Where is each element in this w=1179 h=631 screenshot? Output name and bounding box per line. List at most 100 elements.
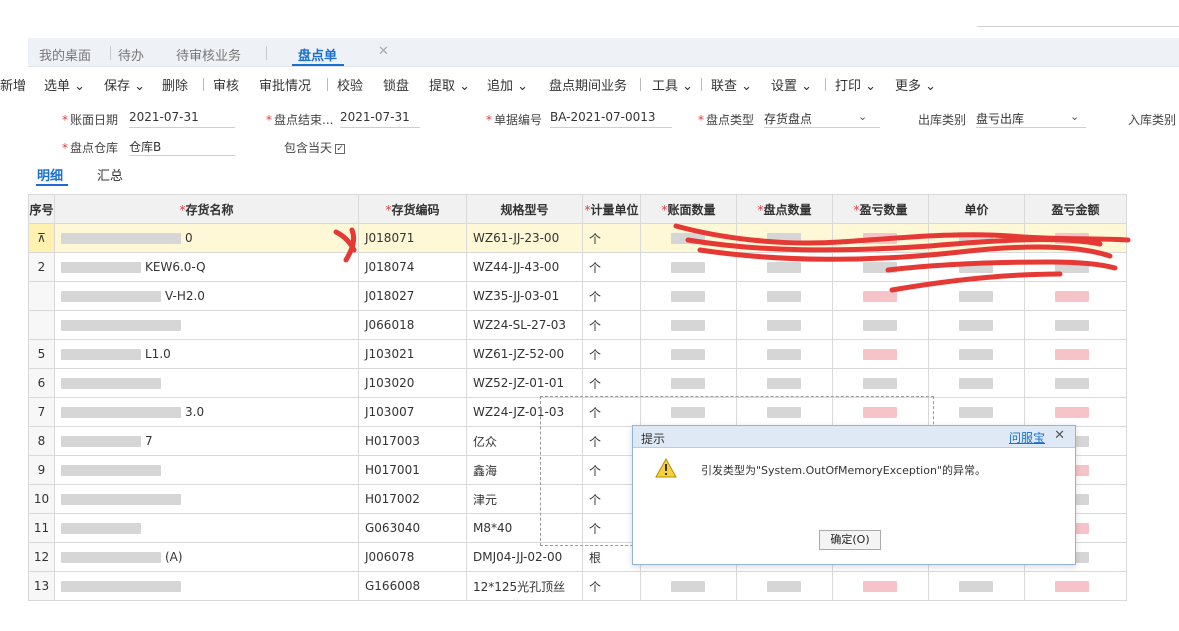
item-name-cell[interactable]: [54, 513, 359, 543]
item-spec-cell[interactable]: WZ52-JZ-01-01: [466, 368, 583, 398]
tab-pending-review[interactable]: 待审核业务: [176, 45, 241, 64]
chevron-down-icon[interactable]: ⌄: [858, 110, 867, 123]
row-number-cell[interactable]: 9: [28, 455, 55, 485]
account-date-field[interactable]: 2021-07-31: [129, 110, 235, 128]
table-row[interactable]: V-H2.0 J018027 WZ35-JJ-03-01 个: [28, 281, 1127, 311]
book-qty-cell[interactable]: [640, 397, 737, 427]
row-number-cell[interactable]: 10: [28, 484, 55, 514]
item-spec-cell[interactable]: WZ24-SL-27-03: [466, 310, 583, 340]
row-number-cell[interactable]: 2: [28, 252, 55, 282]
item-code-cell[interactable]: J103021: [358, 339, 467, 369]
diff-qty-cell[interactable]: [832, 223, 929, 253]
item-name-cell[interactable]: KEW6.0-Q: [54, 252, 359, 282]
diff-amount-cell[interactable]: [1024, 339, 1127, 369]
chevron-down-icon[interactable]: ⌄: [1070, 110, 1079, 123]
item-code-cell[interactable]: J018071: [358, 223, 467, 253]
ok-button[interactable]: 确定(O): [819, 530, 881, 550]
diff-amount-cell[interactable]: [1024, 571, 1127, 601]
check-qty-cell[interactable]: [736, 339, 833, 369]
col-header-price[interactable]: 单价: [928, 194, 1025, 224]
book-qty-cell[interactable]: [640, 252, 737, 282]
item-spec-cell[interactable]: M8*40: [466, 513, 583, 543]
unit-cell[interactable]: 个: [582, 571, 641, 601]
end-date-field[interactable]: 2021-07-31: [340, 110, 420, 128]
approve-button[interactable]: 审核: [213, 75, 239, 94]
book-qty-cell[interactable]: [640, 223, 737, 253]
unit-cell[interactable]: 个: [582, 223, 641, 253]
row-number-cell[interactable]: 6: [28, 368, 55, 398]
diff-amount-cell[interactable]: [1024, 310, 1127, 340]
row-number-cell[interactable]: ⊼: [28, 223, 55, 253]
new-button[interactable]: 新增: [0, 75, 26, 94]
price-cell[interactable]: [928, 571, 1025, 601]
item-spec-cell[interactable]: 亿众: [466, 426, 583, 456]
unit-cell[interactable]: 个: [582, 339, 641, 369]
diff-qty-cell[interactable]: [832, 252, 929, 282]
col-header-code[interactable]: *存货编码: [358, 194, 467, 224]
item-name-cell[interactable]: V-H2.0: [54, 281, 359, 311]
price-cell[interactable]: [928, 252, 1025, 282]
save-button[interactable]: 保存 ⌄: [104, 75, 145, 94]
tab-inventory-check[interactable]: 盘点单: [298, 45, 337, 64]
settings-button[interactable]: 设置 ⌄: [771, 75, 812, 94]
delete-button[interactable]: 删除: [162, 75, 188, 94]
item-name-cell[interactable]: (A): [54, 542, 359, 572]
item-code-cell[interactable]: J006078: [358, 542, 467, 572]
price-cell[interactable]: [928, 397, 1025, 427]
table-row[interactable]: 6 J103020 WZ52-JZ-01-01 个: [28, 368, 1127, 398]
unit-cell[interactable]: 个: [582, 368, 641, 398]
row-number-cell[interactable]: 8: [28, 426, 55, 456]
table-row[interactable]: J066018 WZ24-SL-27-03 个: [28, 310, 1127, 340]
check-qty-cell[interactable]: [736, 368, 833, 398]
table-row[interactable]: 2 KEW6.0-Q J018074 WZ44-JJ-43-00 个: [28, 252, 1127, 282]
verify-button[interactable]: 校验: [337, 75, 363, 94]
item-name-cell[interactable]: [54, 368, 359, 398]
close-icon[interactable]: ✕: [1054, 428, 1065, 443]
unit-cell[interactable]: 个: [582, 281, 641, 311]
item-spec-cell[interactable]: 12*125光孔顶丝: [466, 571, 583, 601]
row-number-cell[interactable]: [28, 281, 55, 311]
include-today-checkbox[interactable]: ✓: [335, 143, 346, 154]
lock-check-button[interactable]: 锁盘: [383, 75, 409, 94]
col-header-diff-amount[interactable]: 盈亏金额: [1024, 194, 1127, 224]
warehouse-field[interactable]: 仓库B: [129, 138, 235, 156]
tab-summary[interactable]: 汇总: [97, 165, 123, 184]
item-code-cell[interactable]: J103020: [358, 368, 467, 398]
item-spec-cell[interactable]: WZ24-JZ-01-03: [466, 397, 583, 427]
diff-qty-cell[interactable]: [832, 397, 929, 427]
item-code-cell[interactable]: G063040: [358, 513, 467, 543]
select-doc-button[interactable]: 选单 ⌄: [44, 75, 85, 94]
item-spec-cell[interactable]: 津元: [466, 484, 583, 514]
book-qty-cell[interactable]: [640, 339, 737, 369]
tools-button[interactable]: 工具 ⌄: [652, 75, 693, 94]
item-name-cell[interactable]: [54, 571, 359, 601]
table-row[interactable]: 7 3.0 J103007 WZ24-JZ-01-03 个: [28, 397, 1127, 427]
item-spec-cell[interactable]: WZ35-JJ-03-01: [466, 281, 583, 311]
diff-qty-cell[interactable]: [832, 368, 929, 398]
item-spec-cell[interactable]: 鑫海: [466, 455, 583, 485]
col-header-unit[interactable]: *计量单位: [582, 194, 641, 224]
unit-cell[interactable]: 个: [582, 310, 641, 340]
row-number-cell[interactable]: 5: [28, 339, 55, 369]
doc-no-field[interactable]: BA-2021-07-0013: [550, 110, 672, 128]
book-qty-cell[interactable]: [640, 368, 737, 398]
col-header-book-qty[interactable]: *账面数量: [640, 194, 737, 224]
price-cell[interactable]: [928, 281, 1025, 311]
diff-qty-cell[interactable]: [832, 571, 929, 601]
item-code-cell[interactable]: J018074: [358, 252, 467, 282]
col-header-name[interactable]: *存货名称: [54, 194, 359, 224]
item-name-cell[interactable]: [54, 455, 359, 485]
table-row[interactable]: 5 L1.0 J103021 WZ61-JZ-52-00 个: [28, 339, 1127, 369]
diff-qty-cell[interactable]: [832, 339, 929, 369]
book-qty-cell[interactable]: [640, 571, 737, 601]
check-qty-cell[interactable]: [736, 310, 833, 340]
item-code-cell[interactable]: H017003: [358, 426, 467, 456]
item-code-cell[interactable]: J103007: [358, 397, 467, 427]
book-qty-cell[interactable]: [640, 281, 737, 311]
check-qty-cell[interactable]: [736, 252, 833, 282]
tab-close-icon[interactable]: ✕: [378, 44, 389, 59]
price-cell[interactable]: [928, 368, 1025, 398]
item-name-cell[interactable]: L1.0: [54, 339, 359, 369]
item-code-cell[interactable]: H017002: [358, 484, 467, 514]
item-code-cell[interactable]: J066018: [358, 310, 467, 340]
